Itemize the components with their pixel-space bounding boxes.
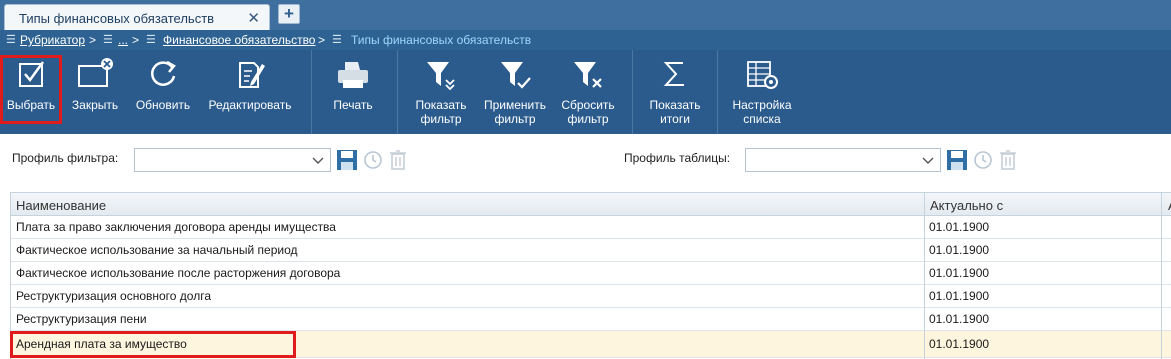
column-header-name[interactable]: Наименование: [16, 198, 106, 213]
column-divider: [1161, 192, 1162, 359]
print-label: Печать: [333, 98, 373, 112]
list-icon: ☰: [146, 34, 156, 46]
refresh-button[interactable]: Обновить: [130, 50, 196, 134]
trash-icon[interactable]: [998, 148, 1018, 172]
breadcrumb-item-ellipsis[interactable]: ...: [118, 30, 128, 50]
table-row[interactable]: Фактическое использование после расторже…: [11, 262, 1171, 285]
cell-name: Плата за право заключения договора аренд…: [16, 220, 336, 234]
table-row[interactable]: Реструктуризация основного долга 01.01.1…: [11, 285, 1171, 308]
filter-profile-select[interactable]: [134, 148, 331, 172]
toolbar: Выбрать Закрыть Обновить Редактировать П: [0, 50, 1171, 134]
chevron-down-icon: [922, 157, 934, 164]
reset-filter-label: Сбросить фильтр: [561, 98, 615, 126]
close-window-icon: [78, 58, 113, 87]
history-icon[interactable]: [362, 148, 384, 172]
cell-name: Фактическое использование после расторже…: [16, 266, 341, 280]
filter-apply-icon: [501, 62, 531, 89]
show-filter-button[interactable]: Показать фильтр: [406, 50, 476, 134]
print-button[interactable]: Печать: [318, 50, 388, 134]
column-divider: [924, 192, 925, 359]
list-settings-icon: [747, 61, 778, 89]
toolbar-divider: [632, 50, 633, 134]
edit-icon: [239, 62, 265, 88]
refresh-label: Обновить: [135, 98, 191, 112]
cell-date: 01.01.1900: [929, 312, 990, 326]
list-icon: ☰: [103, 34, 113, 46]
highlight-select-button: [0, 55, 62, 124]
cell-date: 01.01.1900: [929, 243, 990, 257]
edit-label: Редактировать: [208, 98, 292, 112]
cell-date: 01.01.1900: [929, 266, 990, 280]
apply-filter-label: Применить фильтр: [483, 98, 546, 126]
table-row[interactable]: Реструктуризация пени 01.01.1900: [11, 308, 1171, 331]
close-button[interactable]: Закрыть: [64, 50, 126, 134]
tab-financial-obligation-types[interactable]: Типы финансовых обязательств ✕: [4, 4, 270, 30]
apply-filter-button[interactable]: Применить фильтр: [480, 50, 550, 134]
table-row[interactable]: Фактическое использование за начальный п…: [11, 239, 1171, 262]
cell-date: 01.01.1900: [929, 337, 990, 351]
list-icon: ☰: [332, 34, 342, 46]
filter-show-icon: [427, 62, 455, 91]
reset-filter-button[interactable]: Сбросить фильтр: [553, 50, 623, 134]
cell-date: 01.01.1900: [929, 289, 990, 303]
refresh-icon: [151, 60, 176, 86]
toolbar-divider: [311, 50, 312, 134]
highlight-selected-row: [10, 331, 296, 358]
breadcrumb-separator: >: [89, 33, 97, 47]
tab-title: Типы финансовых обязательств: [19, 11, 215, 26]
save-icon[interactable]: [336, 148, 358, 172]
column-header-actual-from[interactable]: Актуально с: [930, 198, 1003, 213]
table-profile-select[interactable]: [745, 148, 941, 172]
cell-date: 01.01.1900: [929, 220, 990, 234]
breadcrumb-separator: >: [318, 33, 326, 47]
print-icon: [338, 62, 368, 88]
history-icon[interactable]: [972, 148, 994, 172]
show-totals-label: Показать итоги: [649, 98, 701, 126]
list-settings-button[interactable]: Настройка списка: [723, 50, 801, 134]
list-settings-label: Настройка списка: [732, 98, 792, 126]
trash-icon[interactable]: [388, 148, 408, 172]
toolbar-divider: [397, 50, 398, 134]
chevron-down-icon: [312, 157, 324, 164]
list-icon: ☰: [6, 34, 16, 46]
show-filter-label: Показать фильтр: [415, 98, 467, 126]
close-label: Закрыть: [71, 98, 119, 112]
filter-reset-icon: [574, 62, 602, 88]
breadcrumb-current: Типы финансовых обязательств: [351, 33, 532, 47]
table-row[interactable]: Плата за право заключения договора аренд…: [11, 216, 1171, 239]
breadcrumb-item-financial-obligation[interactable]: Финансовое обязательство: [163, 30, 315, 50]
add-tab-button[interactable]: +: [278, 4, 300, 24]
table-header: Наименование Актуально с А: [11, 192, 1171, 216]
filter-profile-label: Профиль фильтра:: [12, 151, 119, 165]
edit-button[interactable]: Редактировать: [200, 50, 300, 134]
breadcrumb: ☰ Рубрикатор > ☰ ... > ☰ Финансовое обяз…: [0, 30, 1171, 50]
breadcrumb-item-rubricator[interactable]: Рубрикатор: [20, 30, 85, 50]
close-icon[interactable]: ✕: [247, 9, 260, 27]
tab-bar: Типы финансовых обязательств ✕ +: [0, 0, 1171, 30]
show-totals-button[interactable]: Показать итоги: [640, 50, 710, 134]
sigma-icon: [663, 62, 684, 86]
toolbar-divider: [717, 50, 718, 134]
cell-name: Фактическое использование за начальный п…: [16, 243, 298, 257]
cell-name: Реструктуризация пени: [16, 312, 147, 326]
breadcrumb-separator: >: [132, 33, 140, 47]
save-icon[interactable]: [946, 148, 968, 172]
table-profile-label: Профиль таблицы:: [624, 151, 731, 165]
cell-name: Реструктуризация основного долга: [16, 289, 211, 303]
